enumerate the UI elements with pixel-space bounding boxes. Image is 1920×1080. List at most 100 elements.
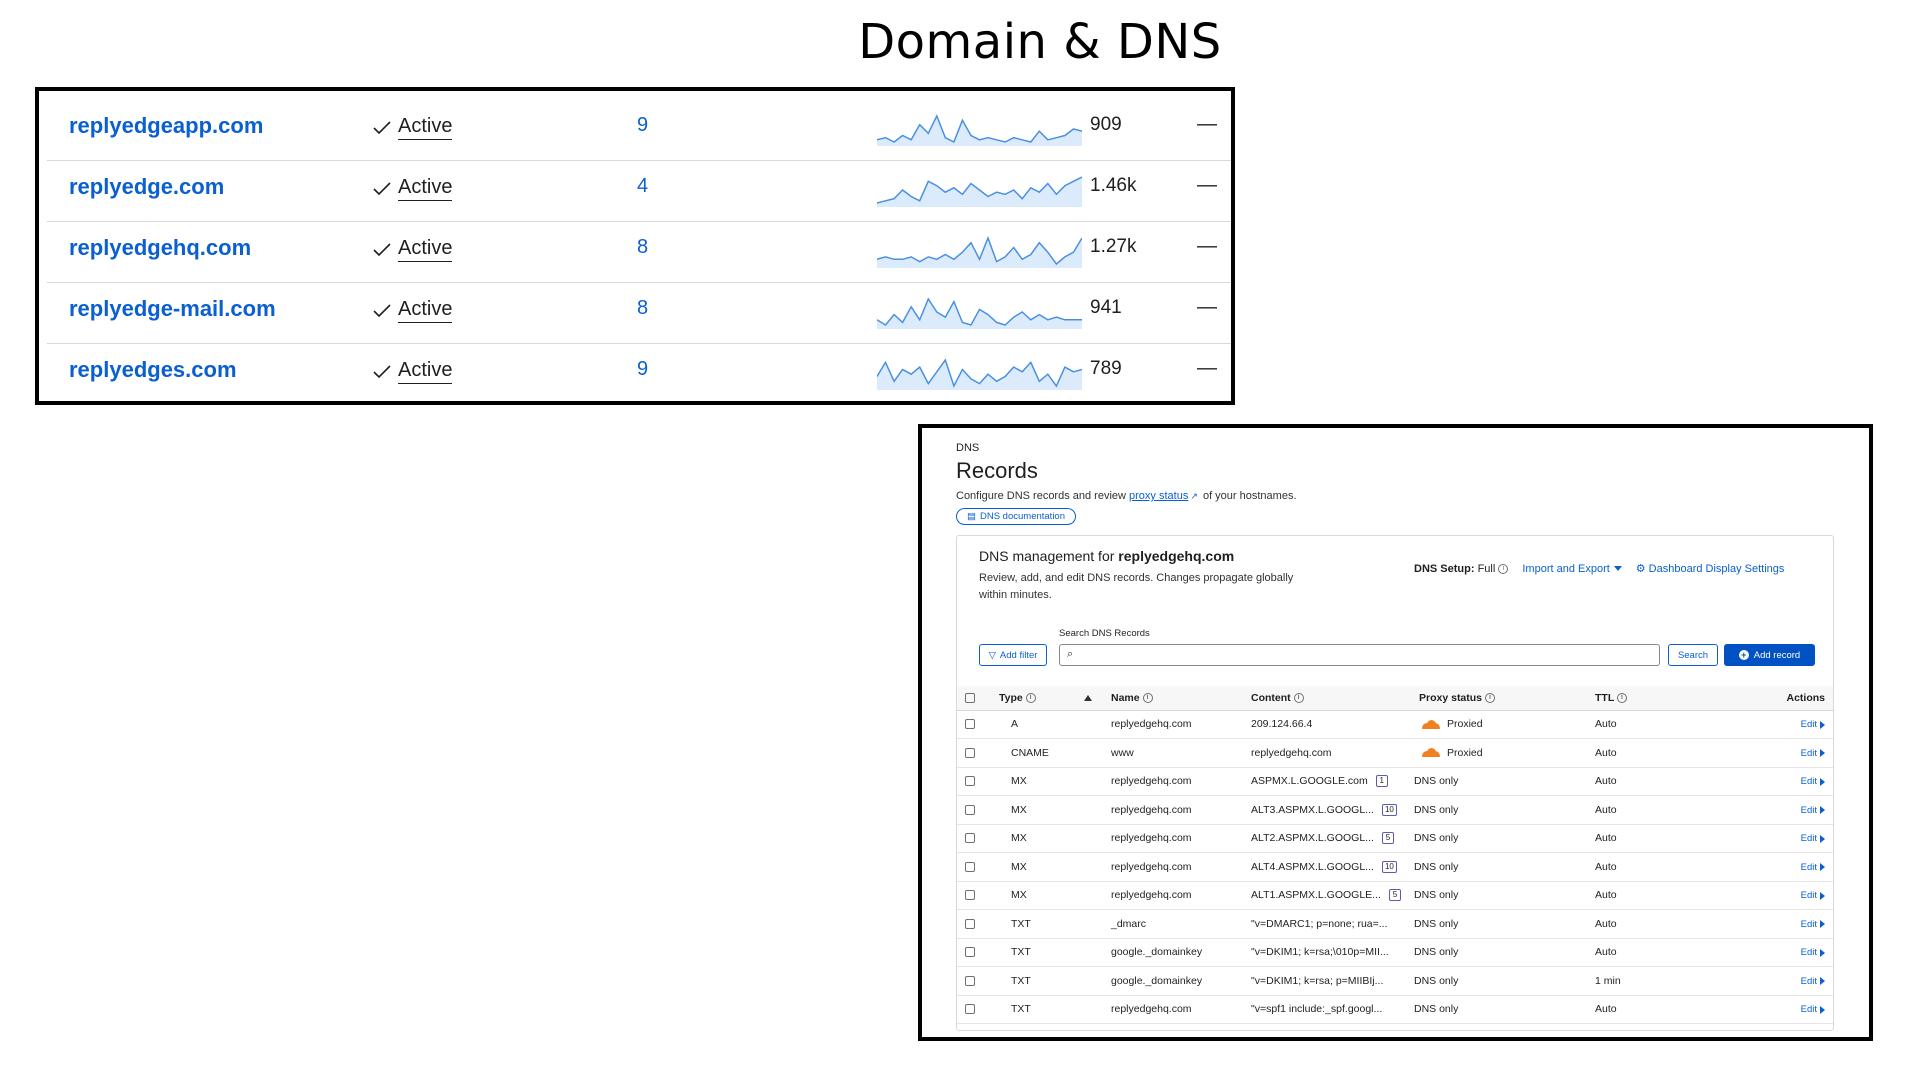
edit-record-link[interactable]: Edit xyxy=(1801,833,1825,844)
ttl-header[interactable]: TTL i xyxy=(1595,686,1735,711)
dns-documentation-button[interactable]: ▤ DNS documentation xyxy=(956,508,1077,525)
select-all-checkbox[interactable] xyxy=(965,692,975,703)
record-count[interactable]: 9 xyxy=(637,114,648,137)
domain-row[interactable]: replyedge.com Active 4 1.46k — xyxy=(47,161,1231,222)
import-export-dropdown[interactable]: Import and Export xyxy=(1522,563,1622,575)
record-content-cell: "v=DKIM1; k=rsa; p=MIIBIj... xyxy=(1251,966,1419,996)
table-row[interactable]: TXT google._domainkey "v=DKIM1; k=rsa; p=M… xyxy=(957,966,1833,996)
table-row[interactable]: MX replyedgehq.com ALT3.ASPMX.L.GOOGL... 10… xyxy=(957,795,1833,825)
table-row[interactable]: MX replyedgehq.com ALT1.ASPMX.L.GOOGLE... 5… xyxy=(957,881,1833,910)
row-checkbox[interactable] xyxy=(965,747,975,758)
row-checkbox[interactable] xyxy=(965,804,975,815)
record-ttl: Auto xyxy=(1595,881,1735,910)
request-count: 789 xyxy=(1090,358,1122,379)
info-icon[interactable]: i xyxy=(1498,563,1509,574)
status-text[interactable]: Active xyxy=(398,298,453,323)
dns-setup-bar: DNS Setup: Full i Import and Export ⚙ Das… xyxy=(1414,562,1785,576)
proxy-status-cell: DNS only xyxy=(1414,881,1590,910)
proxy-status: DNS only xyxy=(1414,803,1459,816)
traffic-sparkline xyxy=(877,114,1082,146)
sort-asc-icon[interactable] xyxy=(1083,694,1092,701)
search-button[interactable]: Search xyxy=(1668,644,1718,666)
row-checkbox[interactable] xyxy=(965,1004,975,1015)
row-select-cell xyxy=(957,710,987,739)
table-row[interactable]: TXT _dmarc "v=DMARC1; p=none; rua=... DNS o… xyxy=(957,909,1833,939)
row-checkbox[interactable] xyxy=(965,947,975,958)
table-row[interactable]: Areplyedgehq.com 209.124.66.4 Proxied Auto E… xyxy=(957,710,1833,739)
record-count[interactable]: 8 xyxy=(637,297,648,320)
edit-cell: Edit xyxy=(1735,938,1833,967)
status-text[interactable]: Active xyxy=(398,176,453,201)
edit-record-link[interactable]: Edit xyxy=(1801,947,1825,958)
status-text[interactable]: Active xyxy=(398,115,453,140)
table-row[interactable]: MX replyedgehq.com ASPMX.L.GOOGLE.com 1 DNS … xyxy=(957,767,1833,796)
search-dns-input[interactable] xyxy=(1059,644,1660,666)
table-row[interactable]: TXT replyedgehq.com "v=spf1 include:_spf.g… xyxy=(957,995,1833,1024)
add-filter-button[interactable]: ▽ Add filter xyxy=(979,644,1047,666)
caret-right-icon xyxy=(1820,806,1825,815)
record-count[interactable]: 8 xyxy=(637,236,648,259)
ttl-header-label: TTL xyxy=(1595,691,1615,704)
edit-label: Edit xyxy=(1800,747,1817,759)
domain-name-link[interactable]: replyedge-mail.com xyxy=(69,296,276,322)
record-count[interactable]: 9 xyxy=(637,358,648,381)
row-checkbox[interactable] xyxy=(965,776,975,787)
row-checkbox[interactable] xyxy=(965,861,975,872)
domain-name-link[interactable]: replyedge.com xyxy=(69,174,224,200)
edit-record-link[interactable]: Edit xyxy=(1801,805,1825,816)
domain-row[interactable]: replyedges.com Active 9 789 — xyxy=(47,344,1231,401)
dashboard-display-settings-link[interactable]: ⚙ Dashboard Display Settings xyxy=(1636,562,1785,575)
status-text[interactable]: Active xyxy=(398,237,453,262)
table-row[interactable]: TXT google._domainkey "v=DKIM1; k=rsa;\010… xyxy=(957,938,1833,967)
type-header-label: Type xyxy=(999,691,1023,704)
dns-desc-text-end: of your hostnames. xyxy=(1199,490,1297,502)
row-select-cell xyxy=(957,738,987,768)
edit-label: Edit xyxy=(1800,975,1817,987)
row-checkbox[interactable] xyxy=(965,833,975,844)
edit-record-link[interactable]: Edit xyxy=(1801,862,1825,873)
row-checkbox[interactable] xyxy=(965,890,975,901)
record-ttl: Auto xyxy=(1595,767,1735,796)
record-count[interactable]: 4 xyxy=(637,175,648,198)
table-row[interactable]: MX replyedgehq.com ALT4.ASPMX.L.GOOGL... 10… xyxy=(957,852,1833,882)
content-header[interactable]: Content i xyxy=(1251,686,1419,711)
edit-record-link[interactable]: Edit xyxy=(1801,776,1825,787)
proxy-status-cell: Proxied xyxy=(1419,710,1595,739)
edit-record-link[interactable]: Edit xyxy=(1801,748,1825,759)
status-text[interactable]: Active xyxy=(398,359,453,384)
edit-record-link[interactable]: Edit xyxy=(1801,919,1825,930)
edit-record-link[interactable]: Edit xyxy=(1801,1004,1825,1015)
domain-row[interactable]: replyedge-mail.com Active 8 941 — xyxy=(47,283,1231,344)
record-type: TXT xyxy=(987,909,1111,939)
domain-name-link[interactable]: replyedgeapp.com xyxy=(69,113,263,139)
proxy-status-cell: DNS only xyxy=(1414,824,1590,853)
row-checkbox[interactable] xyxy=(965,719,975,730)
table-row[interactable]: MX replyedgehq.com ALT2.ASPMX.L.GOOGL... 5 D… xyxy=(957,824,1833,853)
edit-record-link[interactable]: Edit xyxy=(1801,719,1825,730)
edit-label: Edit xyxy=(1800,719,1817,731)
info-icon: i xyxy=(1484,692,1495,703)
domain-name-link[interactable]: replyedgehq.com xyxy=(69,235,251,261)
row-checkbox[interactable] xyxy=(965,975,975,986)
edit-record-link[interactable]: Edit xyxy=(1801,976,1825,987)
add-record-button[interactable]: + Add record xyxy=(1724,644,1815,666)
domain-row[interactable]: replyedgeapp.com Active 9 909 — xyxy=(47,100,1231,161)
proxy-status: DNS only xyxy=(1414,775,1459,788)
edit-record-link[interactable]: Edit xyxy=(1801,890,1825,901)
row-checkbox[interactable] xyxy=(965,918,975,929)
proxy-header[interactable]: Proxy status i xyxy=(1419,686,1595,711)
empty-value-dash: — xyxy=(1197,113,1217,135)
table-row[interactable]: CNAME www replyedgehq.com Proxied Auto Edit xyxy=(957,738,1833,768)
record-name: replyedgehq.com xyxy=(1111,881,1251,910)
proxy-status-link[interactable]: proxy status xyxy=(1129,490,1188,502)
priority-badge: 10 xyxy=(1381,803,1397,816)
domain-name-link[interactable]: replyedges.com xyxy=(69,357,237,383)
name-header[interactable]: Name i xyxy=(1111,686,1251,711)
record-type: TXT xyxy=(987,966,1111,996)
request-count: 1.27k xyxy=(1090,236,1137,257)
filter-icon: ▽ xyxy=(988,649,996,661)
record-content: ALT2.ASPMX.L.GOOGL... xyxy=(1251,832,1374,845)
domain-row[interactable]: replyedgehq.com Active 8 1.27k — xyxy=(47,222,1231,283)
type-header[interactable]: Type i xyxy=(987,686,1111,711)
traffic-sparkline xyxy=(877,176,1082,207)
